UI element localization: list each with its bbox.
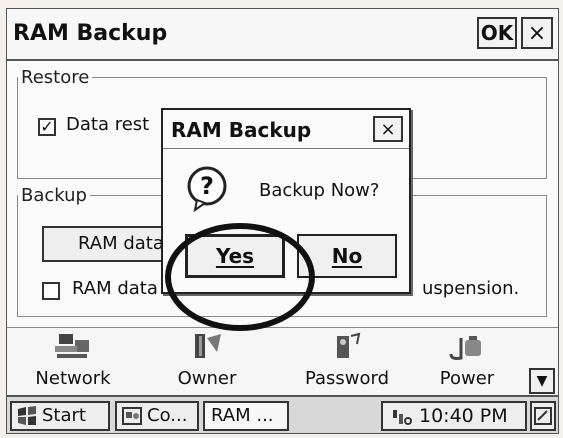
network-icon <box>55 334 89 358</box>
connection-icon[interactable] <box>391 408 413 426</box>
backup-group-label: Backup <box>21 185 87 206</box>
dialog-title-bar: RAM Backup × <box>163 110 409 149</box>
password-icon <box>337 332 361 358</box>
yes-button-label: Yes <box>215 244 255 268</box>
backup-confirm-dialog: RAM Backup × ? Backup Now? Yes No <box>161 108 411 294</box>
close-button[interactable]: × <box>521 17 553 49</box>
power-icon <box>449 336 481 360</box>
restore-group-label: Restore <box>21 67 90 88</box>
desktop-icon <box>534 407 552 425</box>
start-label: Start <box>42 405 86 426</box>
system-tray: 10:40 PM <box>381 401 527 431</box>
start-button[interactable]: Start <box>10 401 110 431</box>
owner-label: Owner <box>177 368 237 389</box>
dialog-message: Backup Now? <box>259 180 380 201</box>
control-panel-item-owner[interactable]: Owner <box>147 328 267 396</box>
taskbar-item-ram-backup-label: RAM ... <box>211 405 274 426</box>
svg-text:?: ? <box>200 172 214 200</box>
device-screen: RAM Backup OK × Restore ✓ Data rest Back… <box>6 8 559 434</box>
restore-data-checkbox[interactable]: ✓ <box>38 118 56 136</box>
dialog-title: RAM Backup <box>171 118 312 142</box>
password-label: Password <box>304 368 390 389</box>
question-icon: ? <box>187 166 227 213</box>
power-label: Power <box>439 368 495 389</box>
dialog-close-button[interactable]: × <box>373 116 403 142</box>
window-title: RAM Backup <box>13 21 168 46</box>
yes-button[interactable]: Yes <box>185 234 285 278</box>
control-panel-item-power[interactable]: Power <box>407 328 527 396</box>
control-panel-item-network[interactable]: Network <box>13 328 133 396</box>
no-button[interactable]: No <box>297 234 397 278</box>
taskbar: Start Co... RAM ... 10:40 PM <box>7 395 558 433</box>
restore-data-label: Data rest <box>66 114 150 135</box>
owner-icon <box>195 334 221 358</box>
control-panel-strip: Network Owner Password Power ▼ <box>7 327 558 396</box>
ok-button[interactable]: OK <box>477 17 517 49</box>
clock[interactable]: 10:40 PM <box>419 405 508 427</box>
show-desktop-button[interactable] <box>530 401 556 431</box>
chevron-down-icon: ▼ <box>536 373 548 389</box>
ram-data-checkbox-label-tail: uspension. <box>422 278 520 299</box>
taskbar-item-control-panel-label: Co... <box>147 405 188 426</box>
no-button-label: No <box>331 244 363 268</box>
ram-data-checkbox-label: RAM data <box>72 278 158 299</box>
taskbar-item-control-panel[interactable]: Co... <box>115 401 199 431</box>
windows-logo-icon <box>18 406 36 425</box>
network-label: Network <box>35 368 111 389</box>
title-bar: RAM Backup OK × <box>7 9 558 61</box>
control-panel-icon <box>122 407 142 425</box>
scroll-down-button[interactable]: ▼ <box>529 368 555 394</box>
control-panel-item-password[interactable]: Password <box>287 328 407 396</box>
ram-data-checkbox[interactable] <box>42 282 60 300</box>
ram-data-backup-label: RAM data <box>78 233 164 254</box>
taskbar-item-ram-backup[interactable]: RAM ... <box>203 401 289 431</box>
